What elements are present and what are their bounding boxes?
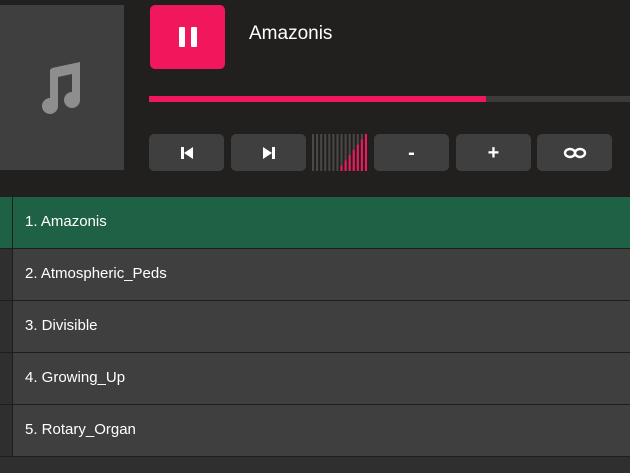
volume-bar-track xyxy=(312,134,315,171)
skip-next-icon xyxy=(262,146,276,160)
volume-bar-fill xyxy=(344,160,347,171)
volume-up-label: + xyxy=(487,141,500,164)
playlist-item-label: 5. Rotary_Organ xyxy=(25,421,136,438)
previous-track-button[interactable] xyxy=(149,134,224,171)
playlist-item[interactable]: 4. Growing_Up xyxy=(0,353,630,405)
player-panel: Amazonis - + xyxy=(0,0,630,197)
playlist-row-gutter xyxy=(0,197,13,248)
playlist-item[interactable]: 2. Atmospheric_Peds xyxy=(0,249,630,301)
volume-bar-fill xyxy=(340,165,343,171)
next-track-button[interactable] xyxy=(231,134,306,171)
pause-icon xyxy=(177,26,199,48)
progress-bar[interactable] xyxy=(149,96,630,102)
playlist-item[interactable]: 5. Rotary_Organ xyxy=(0,405,630,457)
volume-bar-track xyxy=(340,134,343,171)
music-note-icon xyxy=(42,60,82,116)
playlist-item[interactable]: 3. Divisible xyxy=(0,301,630,353)
volume-bar-fill xyxy=(352,149,355,171)
playlist-item-label: 1. Amazonis xyxy=(25,213,107,230)
volume-bar-track xyxy=(336,134,339,171)
loop-icon xyxy=(563,146,587,160)
playlist-item-label: 2. Atmospheric_Peds xyxy=(25,265,167,282)
volume-bar-fill xyxy=(356,144,359,171)
volume-bar-track xyxy=(324,134,327,171)
playlist-row-gutter xyxy=(0,301,13,352)
volume-down-button[interactable]: - xyxy=(374,134,449,171)
playlist-row-gutter xyxy=(0,249,13,300)
volume-bar-track xyxy=(316,134,319,171)
volume-bar-track xyxy=(328,134,331,171)
playlist-item[interactable]: 1. Amazonis xyxy=(0,197,630,249)
volume-bar-fill xyxy=(348,155,351,171)
playlist-item-label: 4. Growing_Up xyxy=(25,369,126,386)
volume-down-label: - xyxy=(408,141,415,164)
volume-bar-track xyxy=(320,134,323,171)
playlist-item-label: 3. Divisible xyxy=(25,317,98,334)
track-title: Amazonis xyxy=(249,23,333,44)
volume-bar-fill xyxy=(360,139,363,171)
playlist-row-gutter xyxy=(0,353,13,404)
volume-meter-graphic xyxy=(312,134,367,171)
playlist: 1. Amazonis 2. Atmospheric_Peds 3. Divisib… xyxy=(0,197,630,457)
volume-bar-track xyxy=(332,134,335,171)
album-art xyxy=(0,5,124,170)
volume-level-indicator[interactable] xyxy=(312,134,367,171)
progress-fill xyxy=(149,96,486,102)
volume-up-button[interactable]: + xyxy=(456,134,531,171)
skip-previous-icon xyxy=(180,146,194,160)
play-pause-button[interactable] xyxy=(150,5,225,69)
volume-bar-fill xyxy=(364,134,367,171)
playlist-row-gutter xyxy=(0,405,13,456)
loop-button[interactable] xyxy=(537,134,612,171)
